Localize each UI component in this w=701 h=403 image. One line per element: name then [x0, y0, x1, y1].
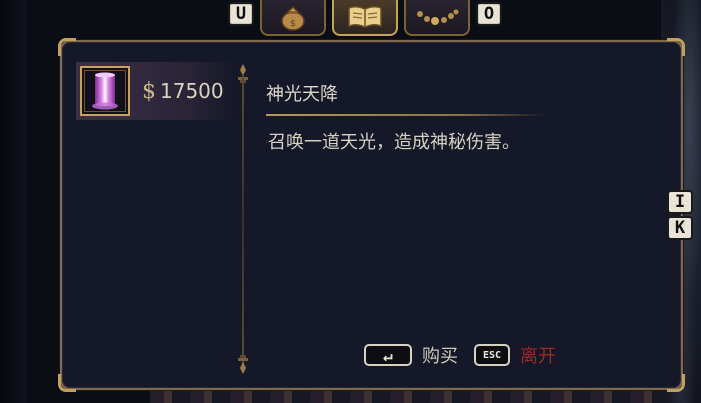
title-underline: [266, 114, 546, 116]
item-description: 召唤一道天光，造成神秘伤害。: [268, 132, 520, 153]
action-hints: ↵ 购买 ESC 离开: [364, 342, 556, 368]
svg-text:$: $: [290, 19, 296, 29]
side-key-upper[interactable]: I: [667, 190, 693, 214]
corner-ornament: [58, 38, 76, 56]
esc-key-icon[interactable]: ESC: [474, 344, 510, 366]
corner-ornament: [667, 38, 685, 56]
item-price: $ 17500: [142, 79, 224, 104]
tab-necklace[interactable]: [404, 0, 470, 36]
next-tab-key[interactable]: O: [476, 2, 502, 26]
side-key-lower[interactable]: K: [667, 216, 693, 240]
prev-tab-key[interactable]: U: [228, 2, 254, 26]
item-icon-frame: [80, 66, 130, 116]
divider-bottom-ornament: [238, 355, 248, 374]
panel-divider: [238, 64, 248, 374]
corner-ornament: [58, 374, 76, 392]
buy-button[interactable]: 购买: [422, 342, 458, 368]
enter-key-icon[interactable]: ↵: [364, 344, 412, 366]
corner-ornament: [667, 374, 685, 392]
coin-icon: $: [142, 78, 156, 104]
shop-panel: $ 17500 神光天降 召唤一道天光，造成神秘伤害。 ↵ 购买 ESC 离开: [58, 38, 685, 392]
item-title: 神光天降: [266, 84, 338, 105]
tab-spellbook[interactable]: [332, 0, 398, 36]
tab-bar: U $ O: [228, 0, 502, 38]
spellbook-icon: [348, 5, 382, 28]
background-left: [0, 0, 26, 403]
divider-line: [242, 74, 244, 364]
tab-money-bag[interactable]: $: [260, 0, 326, 36]
money-bag-icon: $: [281, 5, 305, 31]
bead-necklace-icon: [417, 9, 459, 25]
item-price-value: 17500: [160, 79, 224, 103]
shop-item-row[interactable]: $ 17500: [76, 62, 236, 120]
leave-button[interactable]: 离开: [520, 342, 556, 368]
light-pillar-icon: [92, 72, 118, 110]
